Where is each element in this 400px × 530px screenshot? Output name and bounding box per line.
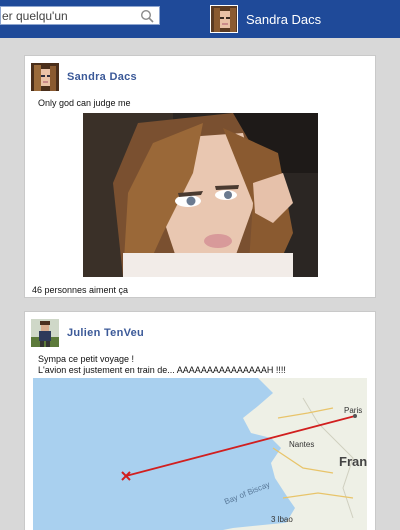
post-author[interactable]: Julien TenVeu <box>67 327 144 339</box>
post-header: Julien TenVeu <box>31 319 144 347</box>
post-card: Sandra Dacs Only god can judge me 46 per… <box>24 55 376 298</box>
post-card: Julien TenVeu Sympa ce petit voyage ! L'… <box>24 311 376 530</box>
current-user-profile[interactable]: Sandra Dacs <box>210 5 321 33</box>
avatar[interactable] <box>210 5 238 33</box>
post-photo[interactable] <box>83 113 318 277</box>
map-label-bilbao: 3 lbao <box>271 515 293 524</box>
search-box[interactable] <box>0 6 160 25</box>
post-header: Sandra Dacs <box>31 63 137 91</box>
likes-count[interactable]: 46 personnes aiment ça <box>32 285 128 295</box>
current-user-name[interactable]: Sandra Dacs <box>246 12 321 27</box>
map-label-france: Franc <box>339 454 367 469</box>
search-icon[interactable] <box>140 9 154 23</box>
map-label-paris: Paris <box>344 406 363 415</box>
post-text: Only god can judge me <box>38 98 131 108</box>
map-label-nantes: Nantes <box>289 440 315 449</box>
top-navigation-bar: Sandra Dacs <box>0 0 400 38</box>
post-author[interactable]: Sandra Dacs <box>67 71 137 83</box>
search-input[interactable] <box>1 7 139 24</box>
post-text-line: L'avion est justement en train de... AAA… <box>38 365 286 375</box>
avatar[interactable] <box>31 319 59 347</box>
post-map[interactable]: Paris Nantes Franc Bay of Biscay 3 lbao <box>33 378 367 530</box>
post-text-line: Sympa ce petit voyage ! <box>38 354 135 364</box>
avatar[interactable] <box>31 63 59 91</box>
